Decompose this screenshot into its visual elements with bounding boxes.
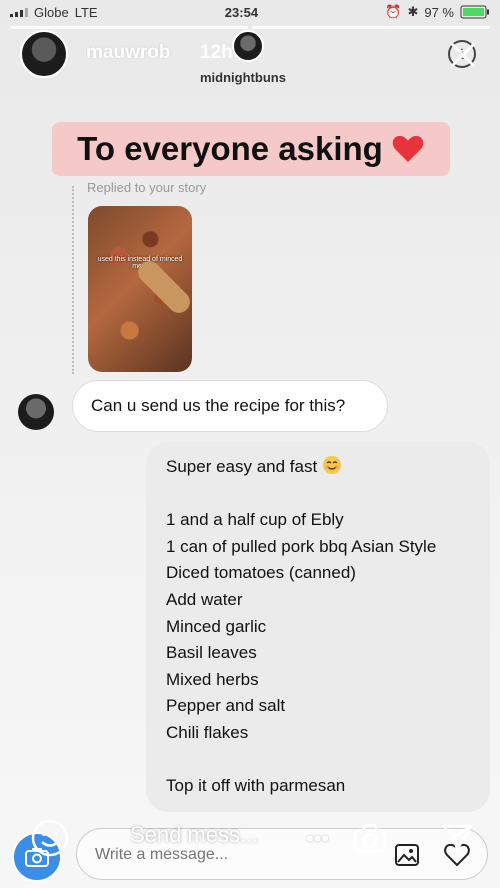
message-line: Add water [166,589,243,609]
incoming-message-text: Can u send us the recipe for this? [91,396,346,415]
story-banner: To everyone asking [52,122,450,176]
story-thumbnail[interactable]: used this instead of minced meat [88,206,192,372]
smile-sticker-icon[interactable] [30,818,70,858]
network-label: LTE [74,4,98,20]
status-bar: Globe LTE 23:54 ⏰ ✱ 97 % [0,0,500,24]
message-line: Diced tomatoes (canned) [166,563,356,583]
story-header: mauwrob 12h midnightbuns i [0,28,500,98]
recipient-username: midnightbuns [200,70,286,85]
recipient-avatar [232,30,264,62]
message-line: Super easy and fast [166,454,470,481]
message-line [166,747,470,774]
story-username[interactable]: mauwrob [86,42,170,64]
message-line: Chili flakes [166,722,249,742]
close-icon[interactable]: i [446,38,478,70]
message-line [166,481,470,508]
message-line: Pepper and salt [166,696,286,716]
message-line: Top it off with parmesan [166,776,346,796]
more-dots-icon[interactable]: ••• [306,826,329,852]
send-message-overlay[interactable]: Send mess... [130,822,258,848]
story-time: 12h [200,42,233,63]
signal-icon [10,7,28,17]
camera-overlay-icon[interactable] [352,822,388,854]
gallery-icon[interactable] [393,841,421,869]
smiling-face-icon [322,456,341,474]
message-line: Mixed herbs [166,669,259,689]
send-plane-icon[interactable] [440,822,474,852]
status-left: Globe LTE [10,5,98,20]
message-line: Basil leaves [166,643,257,663]
battery-label: 97 % [424,4,454,20]
outgoing-message: Super easy and fast 1 and a half cup of … [146,442,490,812]
replied-label: Replied to your story [87,180,207,195]
banner-text: To everyone asking [77,130,383,167]
battery-icon [460,5,489,19]
carrier-label: Globe [34,4,69,20]
bluetooth-icon: ✱ [407,4,419,19]
reply-divider [72,186,74,374]
sender-avatar[interactable] [18,394,54,430]
message-line: Minced garlic [166,616,267,636]
alarm-icon: ⏰ [385,4,402,19]
message-line: 1 can of pulled pork bbq Asian Style [166,536,437,556]
status-right: ⏰ ✱ 97 % [385,4,490,20]
message-line: 1 and a half cup of Ebly [166,510,344,530]
avatar[interactable] [20,30,68,78]
heart-icon [392,135,424,162]
incoming-message: Can u send us the recipe for this? [72,380,388,432]
composer-bar: Send mess... ••• [0,818,500,888]
clock: 23:54 [224,4,259,20]
